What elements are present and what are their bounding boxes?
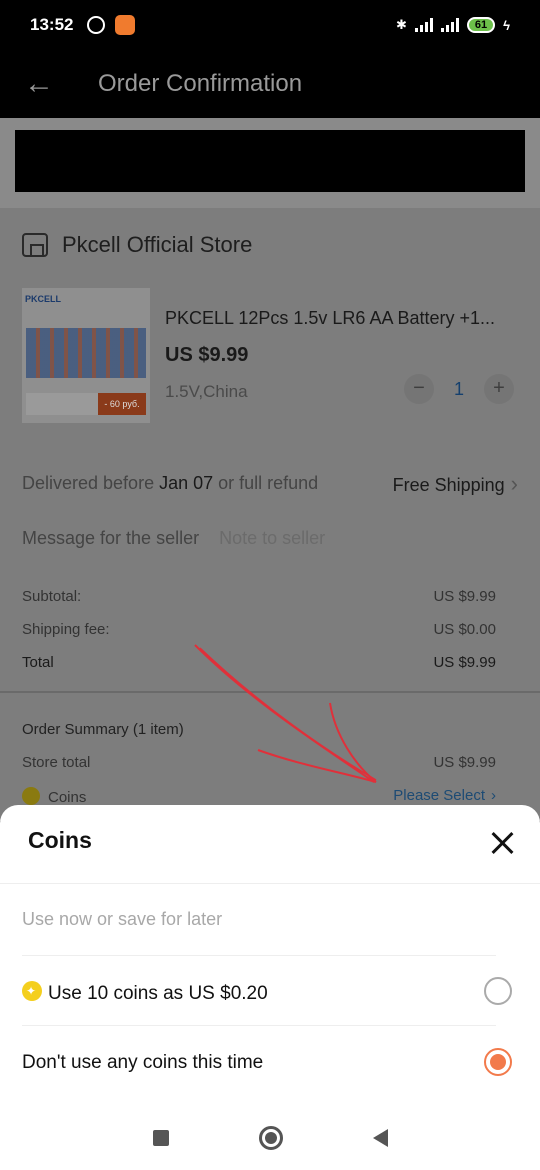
option-use-coins[interactable]: Use 10 coins as US $0.20 <box>22 977 512 1005</box>
subtotal-value: US $9.99 <box>433 588 496 605</box>
shipping-fee-label: Shipping fee: <box>22 621 110 638</box>
back-icon[interactable] <box>372 1128 388 1147</box>
promo-strip: - 60 руб. <box>26 393 146 415</box>
system-nav-bar <box>0 1105 540 1170</box>
product-title[interactable]: PKCELL 12Pcs 1.5v LR6 AA Battery +1... <box>165 308 525 329</box>
order-summary-title: Order Summary (1 item) <box>22 721 184 738</box>
redacted-address[interactable] <box>15 130 525 192</box>
message-label: Message for the seller <box>22 528 200 548</box>
option-use-coins-label: Use 10 coins as US $0.20 <box>48 983 268 1004</box>
sheet-title: Coins <box>28 827 92 853</box>
promo-badge: - 60 руб. <box>98 393 146 415</box>
clock: 13:52 <box>30 15 74 34</box>
coin-icon <box>22 787 40 805</box>
page-title: Order Confirmation <box>98 70 303 97</box>
product-price: US $9.99 <box>165 344 249 366</box>
battery-icon: 61 <box>466 17 496 33</box>
back-arrow-icon[interactable]: ← <box>24 67 64 101</box>
total-label: Total <box>22 654 54 671</box>
shipping-method[interactable]: Free Shipping <box>393 471 518 497</box>
app-header: ← Order Confirmation <box>0 50 540 118</box>
delivery-prefix: Delivered before <box>22 473 160 493</box>
store-name: Pkcell Official Store <box>62 232 253 257</box>
coins-select-link[interactable]: Please Select <box>393 787 496 804</box>
option-use-coins-radio[interactable] <box>484 977 512 1005</box>
product-image[interactable]: PKCELL - 60 руб. <box>22 288 150 423</box>
message-row: Message for the seller Note to seller <box>22 528 325 549</box>
subtotal-row: Subtotal: US $9.99 <box>22 588 496 605</box>
coins-label: Coins <box>48 789 87 806</box>
increase-button[interactable]: + <box>484 374 514 404</box>
store-icon <box>22 233 48 257</box>
store-card: Pkcell Official Store PKCELL - 60 руб. P… <box>0 208 540 691</box>
option-no-coins[interactable]: Don't use any coins this time <box>22 1048 512 1076</box>
decrease-button[interactable]: − <box>404 374 434 404</box>
order-page: Pkcell Official Store PKCELL - 60 руб. P… <box>0 118 540 821</box>
option-no-coins-label: Don't use any coins this time <box>22 1052 264 1073</box>
shipping-fee-row: Shipping fee: US $0.00 <box>22 621 496 638</box>
note-to-seller-input[interactable]: Note to seller <box>219 528 325 548</box>
total-row: Total US $9.99 <box>22 654 496 671</box>
status-bar: 13:52 ✱ 61 ϟ <box>0 0 540 50</box>
charging-icon: ϟ <box>503 17 510 33</box>
signal-icon-2 <box>440 18 459 32</box>
shipping-fee-value: US $0.00 <box>433 621 496 638</box>
sheet-hint: Use now or save for later <box>22 909 223 929</box>
store-total-label: Store total <box>22 754 91 771</box>
divider <box>22 955 496 956</box>
product-logo: PKCELL <box>25 294 61 304</box>
delivery-row[interactable]: Delivered before Jan 07 or full refund F… <box>22 471 518 497</box>
divider <box>0 883 540 884</box>
quantity-value: 1 <box>453 378 464 399</box>
signal-icon <box>414 18 433 32</box>
delivery-suffix: or full refund <box>213 473 319 493</box>
store-total-row: Store total US $9.99 <box>22 754 496 771</box>
store-header[interactable]: Pkcell Official Store <box>22 232 252 258</box>
divider <box>22 1025 496 1026</box>
subtotal-label: Subtotal: <box>22 588 82 605</box>
delivery-date: Jan 07 <box>159 473 214 493</box>
store-total-value: US $9.99 <box>433 754 496 771</box>
order-summary: Order Summary (1 item) Store total US $9… <box>0 691 540 821</box>
product-variant[interactable]: 1.5V,China <box>165 382 248 402</box>
app-notification-icon <box>115 15 136 35</box>
coins-bottom-sheet: Coins Use now or save for later Use 10 c… <box>0 805 540 1105</box>
recents-icon[interactable] <box>152 1129 169 1146</box>
battery-pack-graphic <box>26 328 146 378</box>
option-no-coins-radio[interactable] <box>484 1048 512 1076</box>
quantity-stepper: − 1 + <box>404 374 514 404</box>
close-icon[interactable] <box>490 831 514 855</box>
coin-icon <box>22 981 42 1001</box>
coins-row[interactable]: Coins Please Select <box>22 787 496 806</box>
alarm-icon <box>87 16 106 34</box>
bluetooth-icon: ✱ <box>395 17 407 32</box>
home-icon[interactable] <box>258 1125 283 1150</box>
total-value: US $9.99 <box>433 654 496 671</box>
